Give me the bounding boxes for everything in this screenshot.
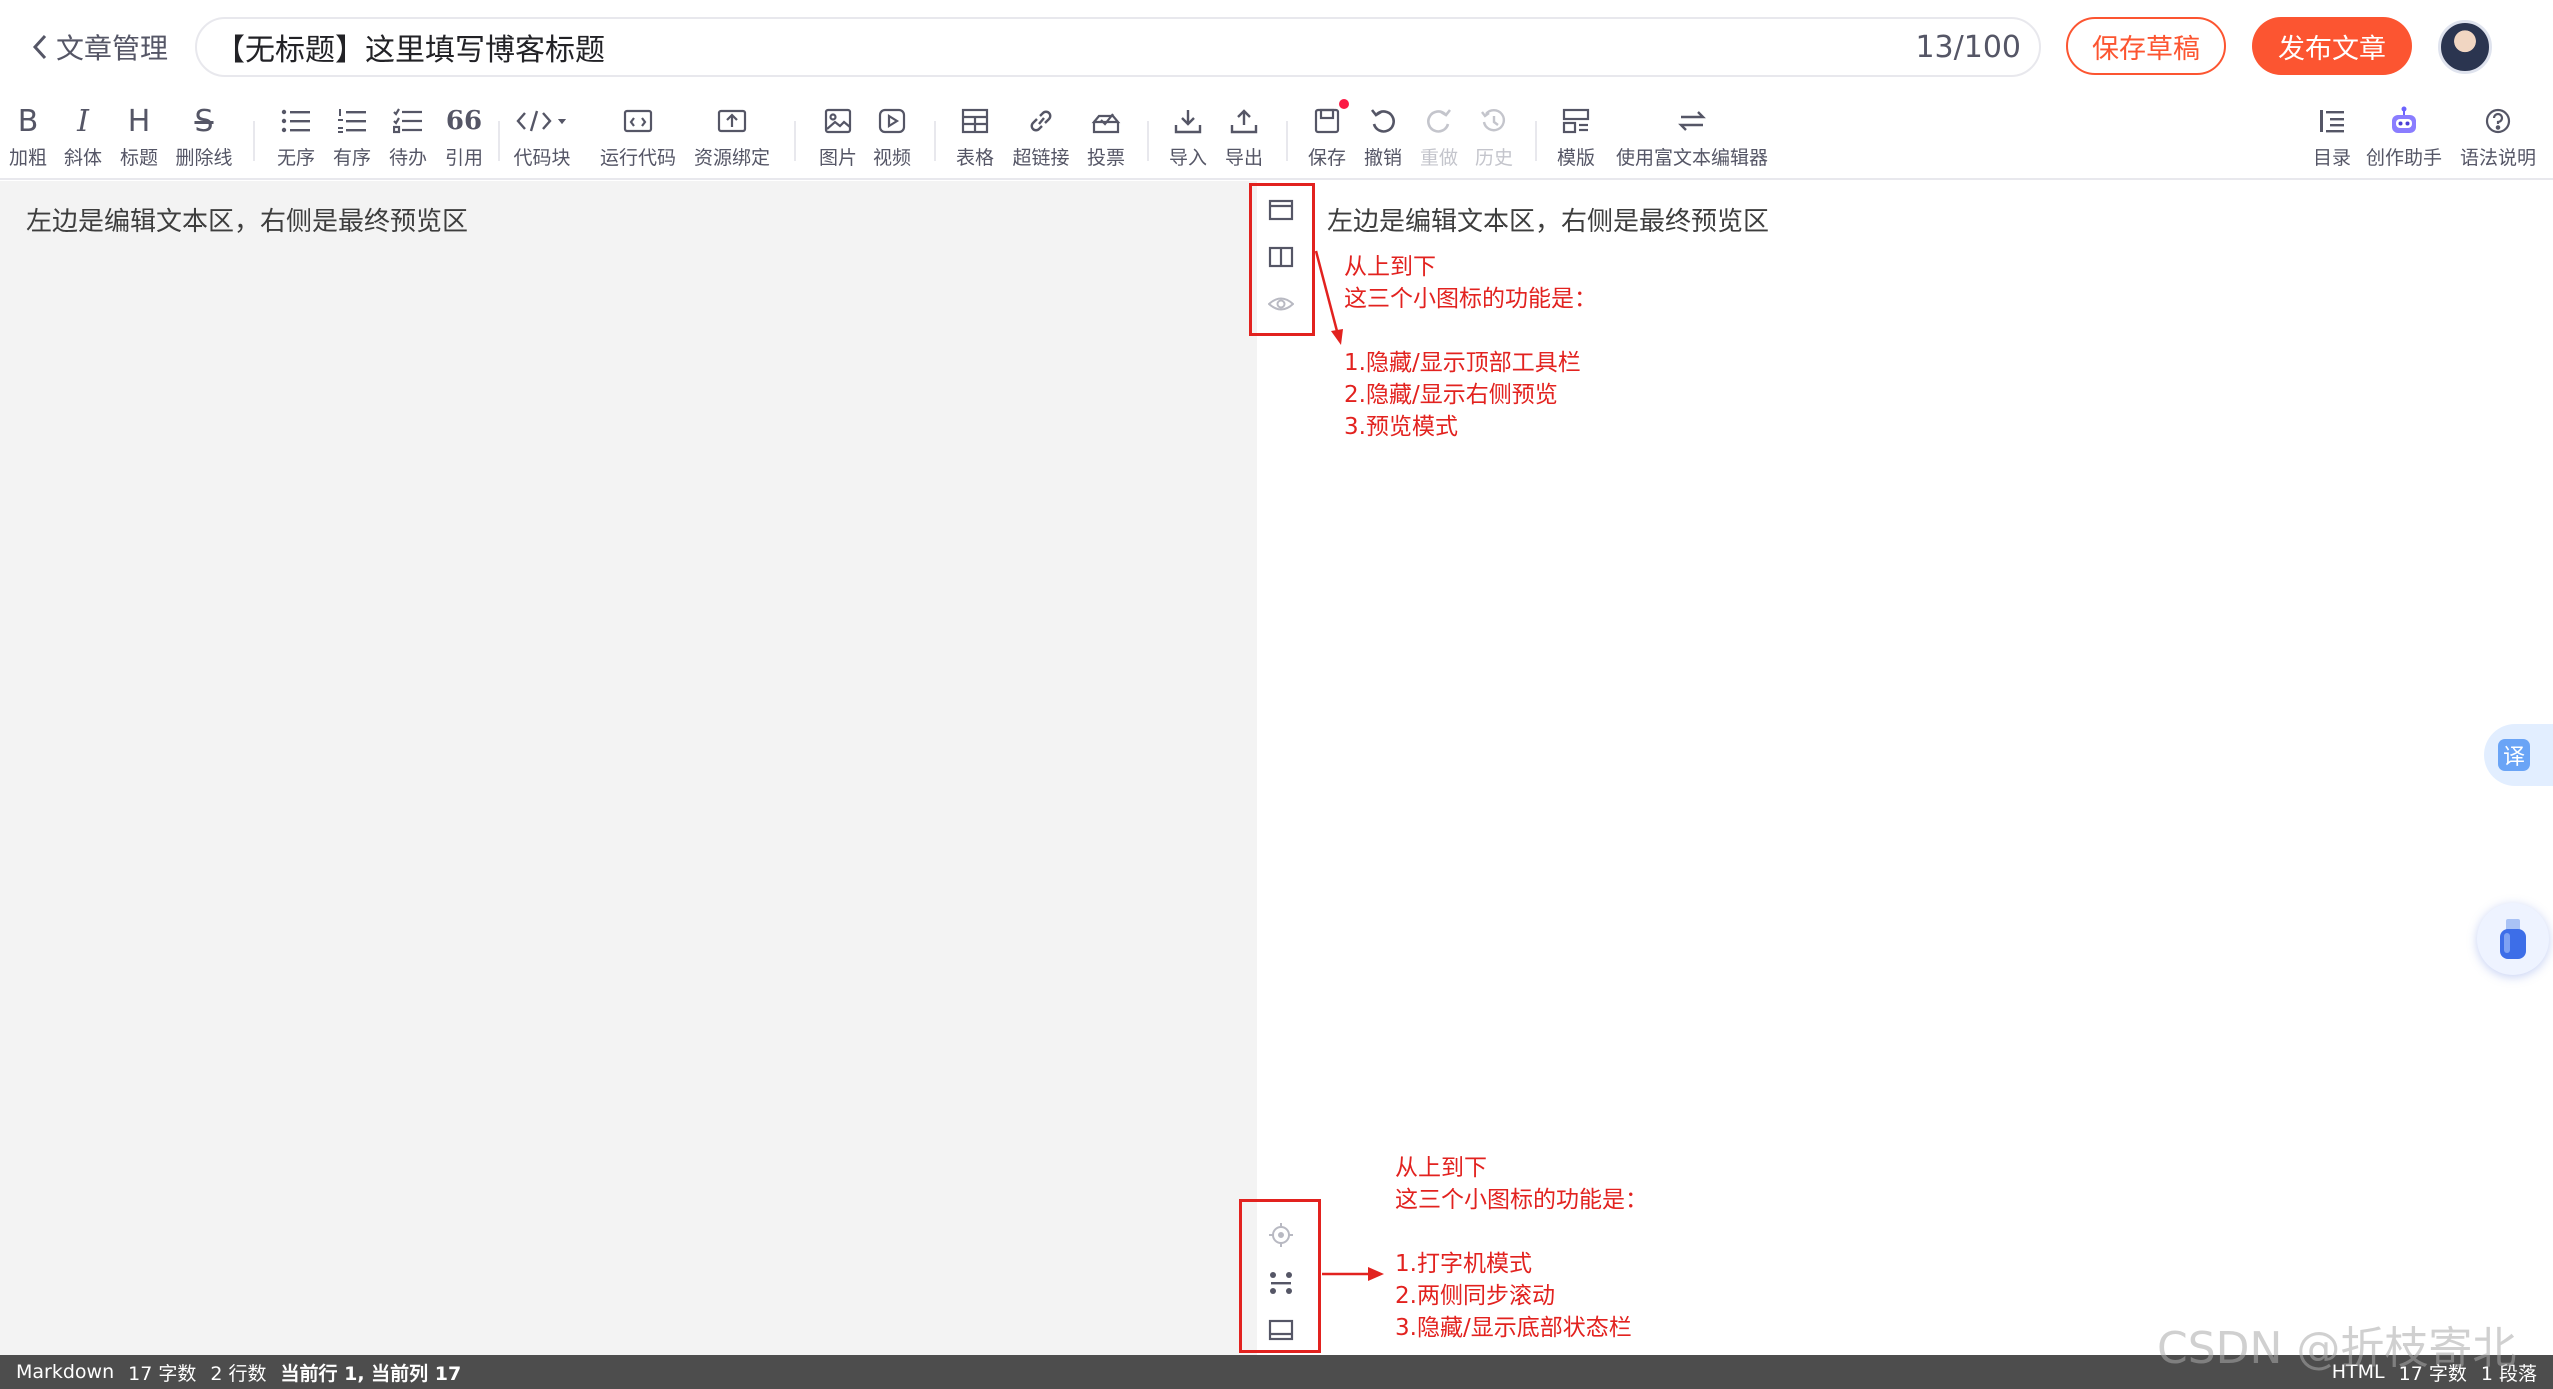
- markdown-editor-area[interactable]: 左边是编辑文本区，右侧是最终预览区: [0, 181, 1257, 1355]
- heading-button[interactable]: H 标题: [117, 103, 161, 170]
- quote-button[interactable]: 66 引用: [442, 103, 486, 170]
- table-button[interactable]: 表格: [953, 103, 997, 170]
- strikethrough-icon: S: [194, 103, 214, 139]
- preview-content: 左边是编辑文本区，右侧是最终预览区: [1327, 207, 1770, 237]
- annotation-box-bottom: [1239, 1199, 1321, 1353]
- table-of-contents-button[interactable]: 目录: [2310, 103, 2354, 170]
- strikethrough-button[interactable]: S 删除线: [173, 103, 235, 170]
- translate-icon: 译: [2498, 739, 2530, 771]
- history-button[interactable]: 历史: [1472, 103, 1516, 170]
- image-button[interactable]: 图片: [816, 103, 860, 170]
- toolbar-divider: [253, 121, 255, 161]
- resource-binding-button[interactable]: 资源绑定: [692, 103, 772, 170]
- code-block-button[interactable]: 代码块: [508, 103, 576, 170]
- image-icon: [824, 103, 852, 139]
- ballot-box-icon: [1091, 103, 1121, 139]
- upload-box-icon: [717, 103, 747, 139]
- template-icon: [1562, 103, 1590, 139]
- robot-icon: [2388, 103, 2420, 139]
- unsaved-dot: [1339, 99, 1349, 109]
- video-icon: [878, 103, 906, 139]
- back-to-article-management[interactable]: 文章管理: [32, 24, 168, 70]
- annotation-note-top: 从上到下 这三个小图标的功能是： 1.隐藏/显示顶部工具栏 2.隐藏/显示右侧预…: [1344, 254, 1597, 440]
- save-icon: [1313, 99, 1349, 139]
- help-icon: [2484, 103, 2512, 139]
- italic-icon: I: [77, 103, 89, 139]
- title-char-count: 13/100: [1915, 29, 2021, 65]
- run-code-button[interactable]: 运行代码: [598, 103, 678, 170]
- quote-icon: 66: [445, 106, 483, 136]
- toolbar-divider: [1286, 121, 1288, 161]
- publish-button[interactable]: 发布文章: [2252, 17, 2412, 75]
- toolbar-divider: [794, 121, 796, 161]
- writing-assistant-button[interactable]: 创作助手: [2364, 103, 2444, 170]
- undo-button[interactable]: 撤销: [1361, 103, 1405, 170]
- numbered-list-icon: [337, 103, 367, 139]
- syntax-help-button[interactable]: 语法说明: [2458, 103, 2538, 170]
- status-mode: Markdown: [16, 1361, 115, 1383]
- template-button[interactable]: 模版: [1554, 103, 1598, 170]
- ordered-list-button[interactable]: 有序: [330, 103, 374, 170]
- redo-icon: [1425, 103, 1453, 139]
- annotation-note-bottom: 从上到下 这三个小图标的功能是： 1.打字机模式 2.两侧同步滚动 3.隐藏/显…: [1395, 1155, 1648, 1341]
- table-icon: [961, 103, 989, 139]
- italic-button[interactable]: I 斜体: [61, 103, 105, 170]
- toc-icon: [2318, 103, 2346, 139]
- undo-icon: [1369, 103, 1397, 139]
- editor-header: 文章管理 13/100 保存草稿 发布文章: [0, 0, 2553, 91]
- redo-button[interactable]: 重做: [1417, 103, 1461, 170]
- status-cursor-position: 当前行 1, 当前列 17: [280, 1362, 462, 1385]
- annotation-arrow-bottom: [1322, 1267, 1384, 1281]
- bold-icon: B: [17, 103, 39, 139]
- plugin-float-button[interactable]: [2477, 903, 2549, 975]
- back-label: 文章管理: [56, 32, 169, 65]
- unordered-list-button[interactable]: 无序: [274, 103, 318, 170]
- download-icon: [1174, 103, 1202, 139]
- usb-drive-icon: [2496, 917, 2530, 961]
- editor-content[interactable]: 左边是编辑文本区，右侧是最终预览区: [26, 201, 468, 238]
- chevron-left-icon: [32, 34, 48, 60]
- translate-button[interactable]: 译: [2484, 724, 2553, 786]
- avatar[interactable]: [2438, 20, 2492, 74]
- save-button[interactable]: 保存: [1305, 99, 1349, 170]
- toolbar-divider: [934, 121, 936, 161]
- hyperlink-button[interactable]: 超链接: [1010, 103, 1072, 170]
- save-draft-button[interactable]: 保存草稿: [2066, 17, 2226, 75]
- upload-icon: [1230, 103, 1258, 139]
- watermark: CSDN @折枝寄北: [2157, 1323, 2517, 1374]
- history-icon: [1480, 103, 1508, 139]
- run-code-icon: [623, 103, 653, 139]
- code-icon: [516, 103, 568, 139]
- toolbar-divider: [498, 121, 500, 161]
- toolbar-divider: [1535, 121, 1537, 161]
- video-button[interactable]: 视频: [870, 103, 914, 170]
- export-button[interactable]: 导出: [1222, 103, 1266, 170]
- title-field[interactable]: 13/100: [195, 17, 2041, 77]
- markdown-toolbar: B 加粗 I 斜体 H 标题 S 删除线 无序 有序 待办 66 引用 代码块 …: [0, 91, 2553, 180]
- status-line-count: 2 行数: [210, 1362, 267, 1385]
- bold-button[interactable]: B 加粗: [6, 103, 50, 170]
- title-input[interactable]: [215, 29, 1906, 65]
- toolbar-divider: [1147, 121, 1149, 161]
- annotation-box-top: [1249, 183, 1315, 336]
- todo-list-button[interactable]: 待办: [386, 103, 430, 170]
- heading-icon: H: [127, 103, 151, 139]
- rich-text-editor-button[interactable]: 使用富文本编辑器: [1612, 103, 1772, 170]
- status-char-count: 17 字数: [128, 1362, 197, 1385]
- import-button[interactable]: 导入: [1166, 103, 1210, 170]
- link-icon: [1027, 103, 1055, 139]
- bullet-list-icon: [281, 103, 311, 139]
- switch-arrows-icon: [1678, 103, 1706, 139]
- checklist-icon: [393, 103, 423, 139]
- vote-button[interactable]: 投票: [1084, 103, 1128, 170]
